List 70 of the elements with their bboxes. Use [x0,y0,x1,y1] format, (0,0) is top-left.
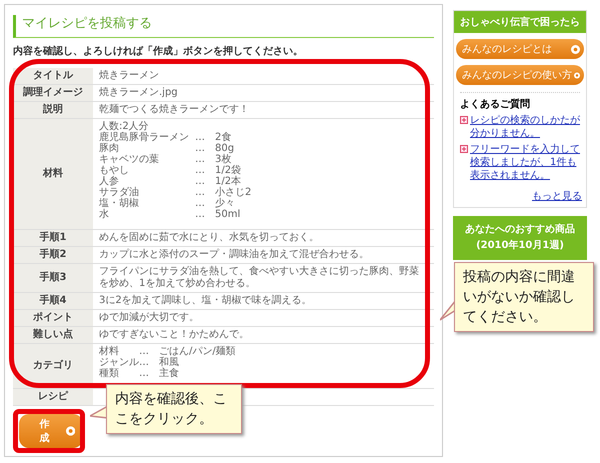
callout-note: 投稿の内容に間違いがないか確認してください。 [454,262,594,332]
row-label: 手順2 [13,246,93,264]
row-label: タイトル [13,68,93,84]
item-name: サラダ油 [99,187,140,198]
item-name: 鹿児島豚骨ラーメン [99,132,190,143]
item-amount: 80g [215,143,234,154]
item-amount: 1/2本 [215,176,242,187]
row-label: 材料 [13,118,93,230]
row-value: ゆですぎないこと！かためんで。 [99,329,249,340]
row-value: ゆで加減が大切です。 [99,312,199,323]
callout-pointer [440,300,456,322]
more-link[interactable]: もっと見る [532,191,582,202]
row-label: 調理イメージ [13,84,93,102]
plus-icon [460,145,468,153]
item-name: 水 [99,209,110,220]
item-amount: 小さじ2 [215,187,252,198]
separator-text: … [195,154,206,165]
row-label: 手順1 [13,230,93,246]
item-name: 豚肉 [99,143,120,154]
circle-arrow-icon [571,44,580,54]
circle-arrow-icon [574,70,580,80]
separator-text: … [195,143,206,154]
item-amount: 和風 [159,357,179,368]
row-label: 手順4 [13,292,93,310]
faq-link[interactable]: フリーワードを入力して検索しましたが、1件も表示されません。 [470,143,582,182]
item-amount: ごはん/パン/麺類 [159,346,236,357]
separator-text: … [195,165,206,176]
item-amount: 50ml [215,209,240,220]
row-label: 説明 [13,102,93,118]
row-label: 難しい点 [13,326,93,344]
item-amount: 2食 [215,132,232,143]
item-name: 種類 [99,368,120,379]
separator-text: … [195,198,206,209]
recommend-banner: あなたへのおすすめ商品(2010年10月1週) [453,216,587,260]
separator-text: … [195,132,206,143]
item-amount: 少々 [215,198,235,209]
page-title: マイレシピを投稿する [13,15,434,38]
separator-text: … [195,187,206,198]
row-value: フライパンにサラダ油を熱して、食べやすい大きさに切った豚肉、野菜を炒め、1を加えて炒め合わせる。 [99,266,419,289]
item-name: キャベツの葉 [99,154,160,165]
plus-icon [460,116,468,124]
separator-text: … [195,209,206,220]
item-amount: 主食 [159,368,179,379]
row-value: 焼きラーメン.jpg [99,87,178,98]
circle-arrow-icon [66,426,75,436]
row-value: 乾麺でつくる焼きラーメンです！ [99,104,249,115]
instruction-text: 内容を確認し、よろしければ「作成」ボタンを押してください。 [13,44,304,58]
sidebar-header: おしゃべり伝言で困ったら [454,11,586,33]
separator-text: … [195,176,206,187]
item-amount: 3枚 [215,154,232,165]
separator-text: … [139,368,150,379]
servings-text: 人数:2人分 [99,121,149,132]
item-name: もやし [99,165,130,176]
item-name: 人参 [99,176,120,187]
row-value: めんを固めに茹で水にとり、水気を切っておく。 [99,232,319,243]
callout-note: 内容を確認後、ここをクリック。 [106,384,242,434]
row-value: 焼きラーメン [99,70,159,81]
faq-title: よくあるご質問 [459,98,531,111]
row-label: レシピ [13,388,93,406]
separator-text: … [139,357,150,368]
item-name: ジャンル [99,357,139,368]
row-label: 手順3 [13,264,93,292]
row-value: カップに水と添付のスープ・調味油を加えて混ぜ合わせる。 [99,249,369,260]
separator-text: … [139,346,150,357]
item-amount: 1/2袋 [215,165,242,176]
row-value: 3に2を加えて調味し、塩・胡椒で味を調える。 [99,295,312,306]
faq-link[interactable]: レシピの検索のしかたが分かりません。 [470,114,582,140]
row-label: ポイント [13,310,93,326]
item-name: 材料 [99,346,120,357]
item-name: 塩・胡椒 [99,198,140,209]
